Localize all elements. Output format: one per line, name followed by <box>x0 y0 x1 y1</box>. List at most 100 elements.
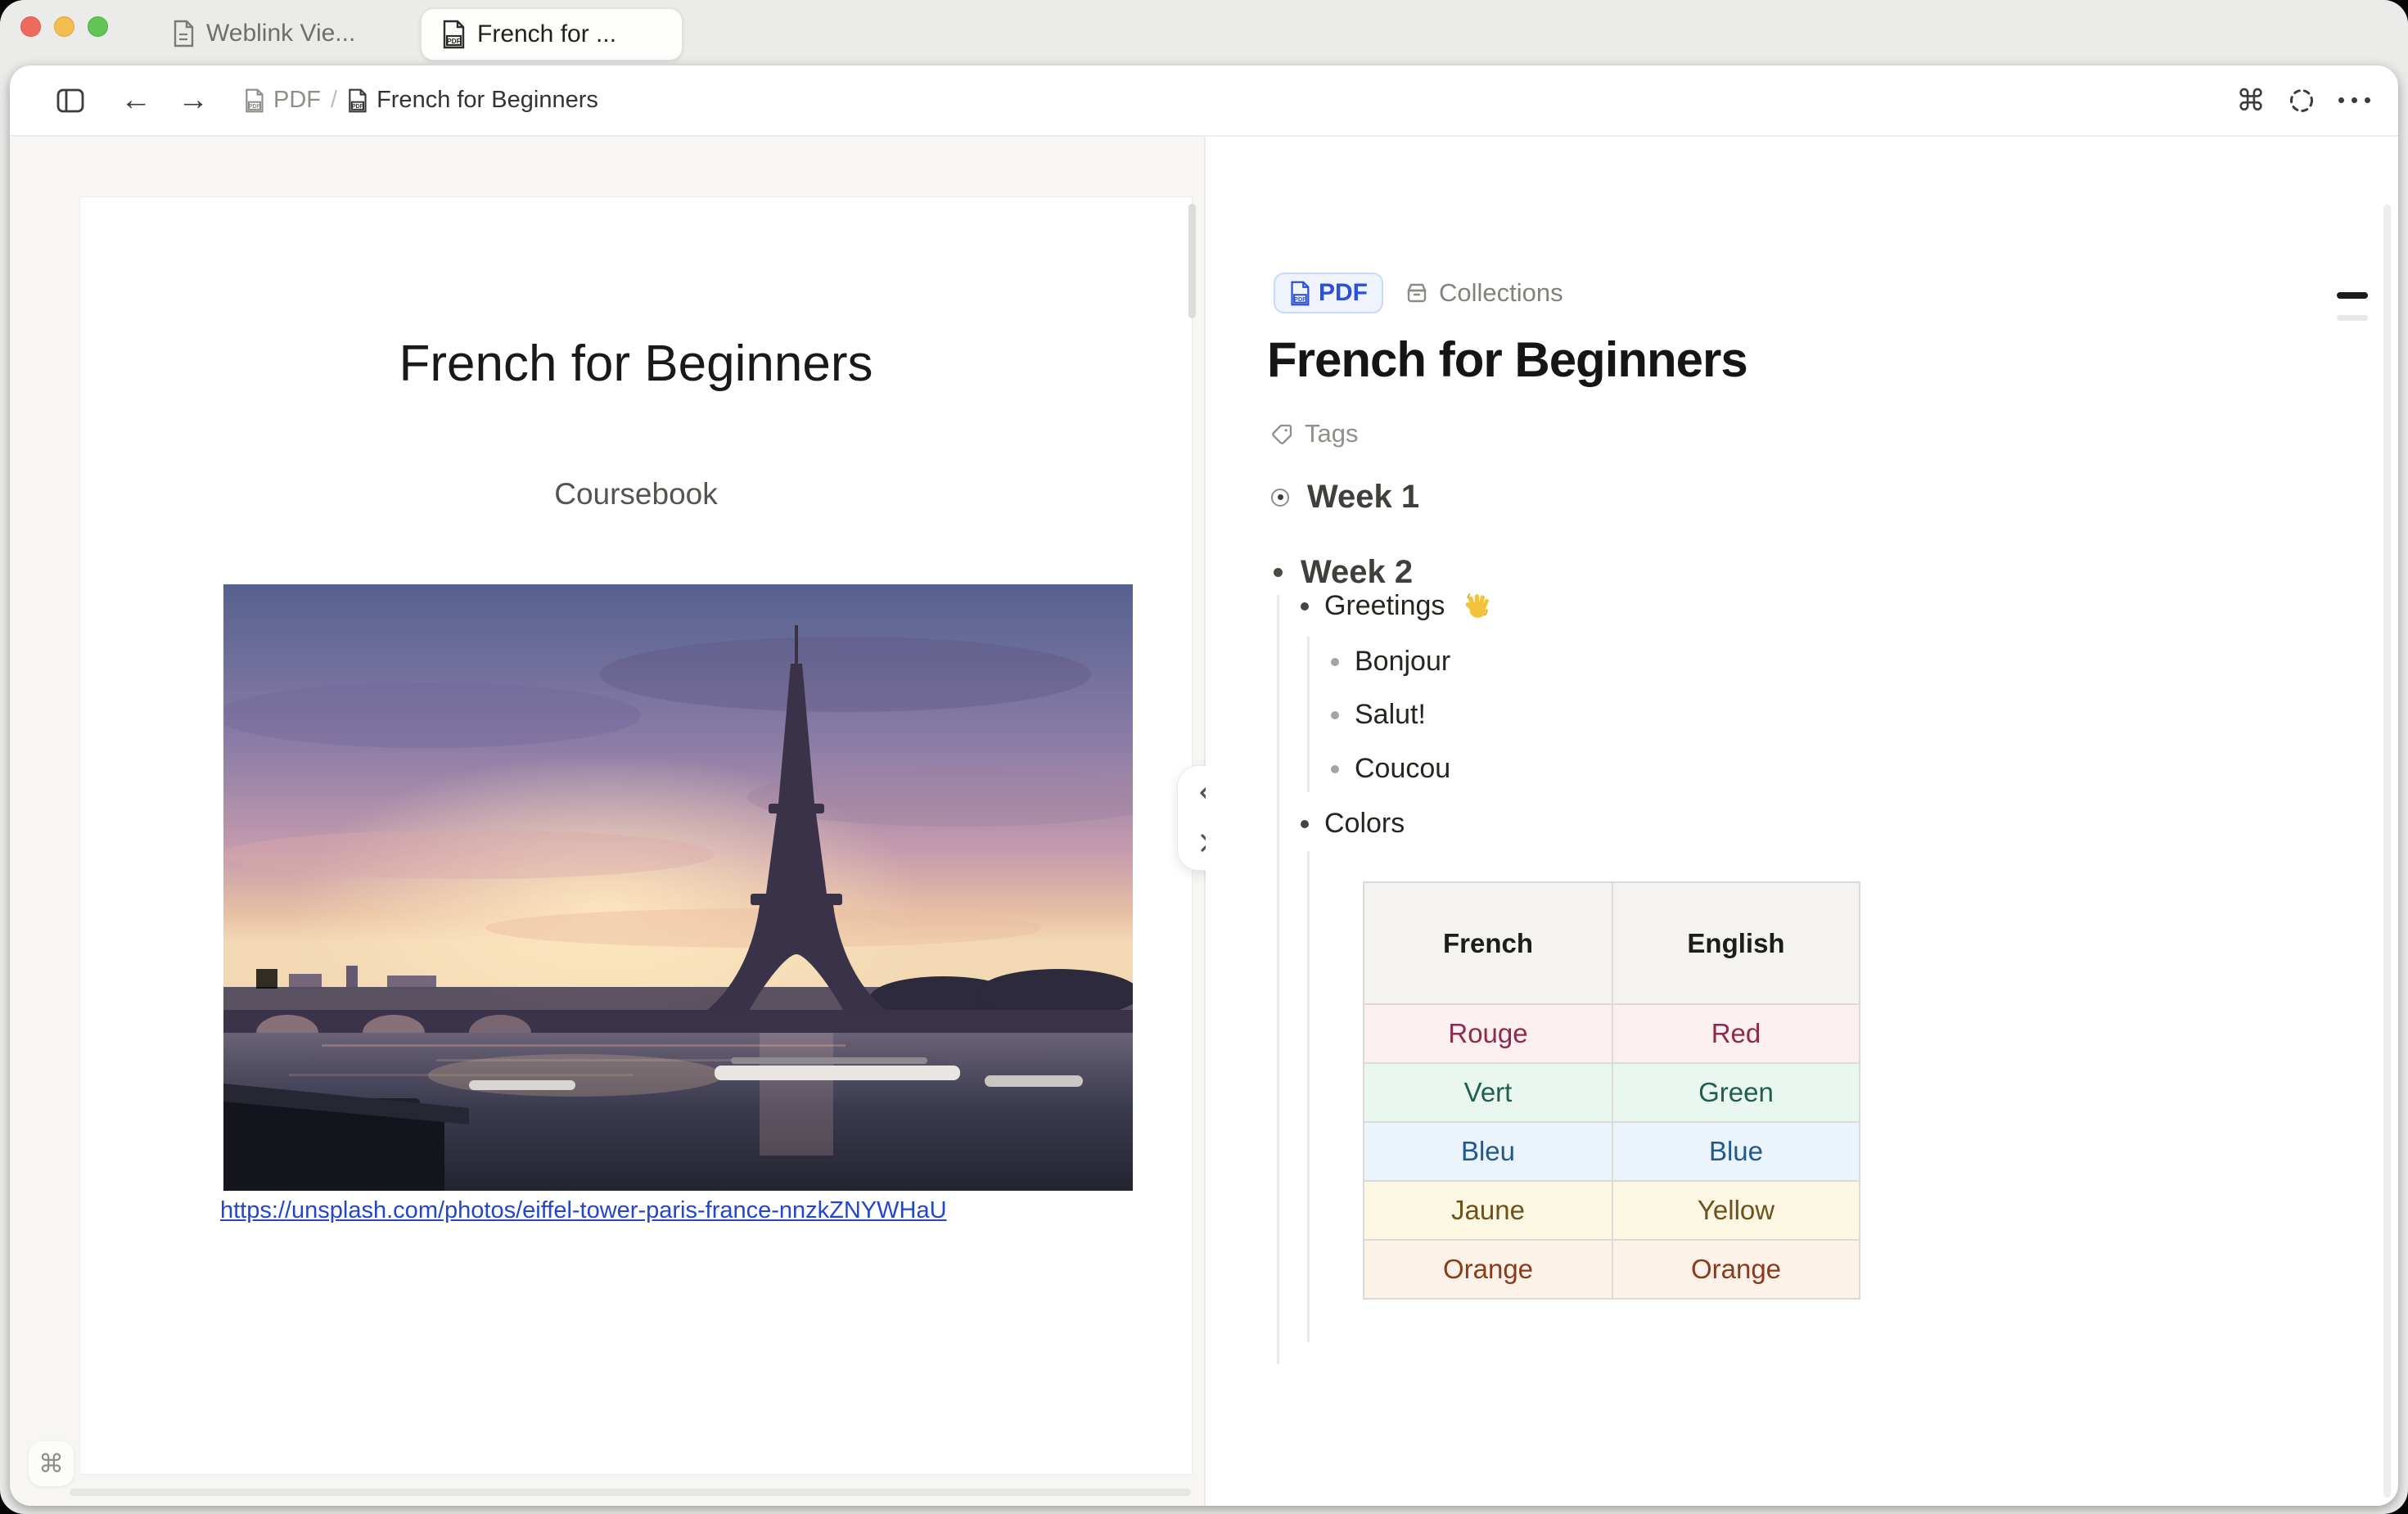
bullet-icon <box>1331 765 1339 773</box>
pdf-viewer-panel: French for Beginners Coursebook <box>10 137 1204 1506</box>
table-header-row: French English <box>1364 883 1859 1003</box>
breadcrumb: PDF PDF / PDF French for Beginners <box>244 65 598 135</box>
outline-marker[interactable] <box>2337 315 2368 321</box>
table-row: Orange Orange <box>1364 1239 1859 1298</box>
document-panel: PDF PDF Collections French for Beginners <box>1206 137 2398 1506</box>
pdf-file-icon: PDF <box>441 20 466 49</box>
capture-button[interactable]: ⌘ <box>2230 65 2272 135</box>
archive-box-icon <box>1405 282 1428 304</box>
dashed-circle-icon <box>2289 88 2315 114</box>
tab-weblink-viewer[interactable]: Weblink Vie... <box>152 8 375 59</box>
table-row: Vert Green <box>1364 1062 1859 1121</box>
table-cell: Orange <box>1612 1241 1859 1298</box>
table-cell: Orange <box>1364 1241 1612 1298</box>
tab-label: French for ... <box>477 20 616 48</box>
pdf-horizontal-scrollbar[interactable] <box>70 1489 1191 1496</box>
sidebar-toggle-button[interactable] <box>52 65 88 135</box>
list-item-week2[interactable]: Week 2 <box>1274 554 1413 591</box>
tab-bar: Weblink Vie... PDF French for ... <box>0 0 2408 65</box>
pdf-file-icon: PDF <box>347 88 368 113</box>
bullet-icon <box>1301 820 1309 828</box>
note-vertical-scrollbar[interactable] <box>2383 205 2391 1498</box>
app-window: Weblink Vie... PDF French for ... ← <box>0 0 2408 1514</box>
breadcrumb-label: PDF <box>273 87 321 114</box>
tags-label: Tags <box>1305 419 1358 448</box>
forward-arrow-icon: → <box>178 65 209 135</box>
pdf-file-icon: PDF <box>244 88 264 113</box>
table-cell: Yellow <box>1612 1182 1859 1239</box>
collections-button[interactable]: Collections <box>1405 278 1563 308</box>
back-button[interactable]: ← <box>115 65 157 135</box>
pdf-type-badge[interactable]: PDF PDF <box>1274 273 1383 313</box>
ellipsis-icon <box>2338 97 2370 103</box>
badge-label: PDF <box>1319 279 1368 307</box>
svg-text:PDF: PDF <box>249 103 261 110</box>
pdf-file-icon: PDF <box>1289 281 1310 306</box>
table-row: Rouge Red <box>1364 1003 1859 1062</box>
minimize-button[interactable] <box>54 16 74 37</box>
focus-mode-button[interactable] <box>2280 65 2323 135</box>
collapsed-bullet-icon[interactable] <box>1271 489 1289 507</box>
shortcut-command-button[interactable]: ⌘ <box>29 1441 74 1486</box>
indent-guide <box>1307 637 1310 792</box>
list-label: Week 1 <box>1307 479 1419 516</box>
back-arrow-icon: ← <box>120 65 151 135</box>
breadcrumb-item-pdf[interactable]: PDF PDF <box>244 87 321 114</box>
table-cell: Bleu <box>1364 1123 1612 1180</box>
list-item-week1[interactable]: Week 1 <box>1271 479 1419 516</box>
svg-text:PDF: PDF <box>352 103 364 110</box>
list-item-coucou[interactable]: Coucou <box>1331 753 1450 785</box>
bullet-icon <box>1331 711 1339 719</box>
forward-button[interactable]: → <box>172 65 214 135</box>
colors-table[interactable]: French English Rouge Red Vert Green Bleu… <box>1363 881 1860 1300</box>
tags-button[interactable]: Tags <box>1271 419 1358 448</box>
list-label: Week 2 <box>1301 554 1413 591</box>
list-item-colors[interactable]: Colors <box>1301 808 1405 840</box>
column-header: French <box>1364 883 1612 1003</box>
unsplash-link[interactable]: https://unsplash.com/photos/eiffel-tower… <box>220 1197 947 1224</box>
waving-hand-emoji <box>1463 593 1491 620</box>
indent-guide <box>1307 851 1310 1342</box>
main-toolbar: ← → PDF PDF / PDF <box>10 65 2398 137</box>
column-header: English <box>1612 883 1859 1003</box>
pdf-vertical-scrollbar[interactable] <box>1188 204 1196 318</box>
tag-icon <box>1271 423 1293 445</box>
more-options-button[interactable] <box>2333 65 2375 135</box>
list-label: Coucou <box>1355 753 1450 785</box>
breadcrumb-separator: / <box>331 87 337 114</box>
svg-text:PDF: PDF <box>1294 295 1306 302</box>
table-row: Jaune Yellow <box>1364 1180 1859 1239</box>
command-icon: ⌘ <box>2236 83 2266 118</box>
pdf-page: French for Beginners Coursebook <box>79 196 1193 1475</box>
table-cell: Rouge <box>1364 1005 1612 1062</box>
list-label: Greetings <box>1324 590 1445 622</box>
table-cell: Jaune <box>1364 1182 1612 1239</box>
list-item-salut[interactable]: Salut! <box>1331 699 1426 731</box>
content-card: ← → PDF PDF / PDF <box>10 65 2398 1506</box>
list-label: Salut! <box>1355 699 1426 731</box>
bullet-icon <box>1274 568 1283 577</box>
tab-french-for[interactable]: PDF French for ... <box>421 8 683 61</box>
breadcrumb-label: French for Beginners <box>377 87 598 114</box>
list-item-bonjour[interactable]: Bonjour <box>1331 646 1450 678</box>
note-title[interactable]: French for Beginners <box>1267 331 1747 388</box>
screen: Weblink Vie... PDF French for ... ← <box>0 0 2408 1514</box>
pdf-page-title: French for Beginners <box>80 335 1192 393</box>
bullet-icon <box>1331 658 1339 666</box>
tab-label: Weblink Vie... <box>206 20 355 47</box>
indent-guide <box>1277 595 1279 1364</box>
close-button[interactable] <box>20 16 41 37</box>
breadcrumb-item-current[interactable]: PDF French for Beginners <box>347 87 598 114</box>
table-cell: Red <box>1612 1005 1859 1062</box>
bullet-icon <box>1301 602 1309 611</box>
eiffel-tower-photo <box>223 584 1133 1191</box>
badge-row: PDF PDF Collections <box>1274 273 1563 313</box>
list-label: Bonjour <box>1355 646 1450 678</box>
list-item-greetings[interactable]: Greetings <box>1301 590 1491 622</box>
collections-label: Collections <box>1439 278 1563 308</box>
outline-marker-active[interactable] <box>2337 292 2368 299</box>
zoom-button[interactable] <box>88 16 108 37</box>
command-icon: ⌘ <box>38 1449 64 1479</box>
table-cell: Green <box>1612 1064 1859 1121</box>
table-row: Bleu Blue <box>1364 1121 1859 1180</box>
